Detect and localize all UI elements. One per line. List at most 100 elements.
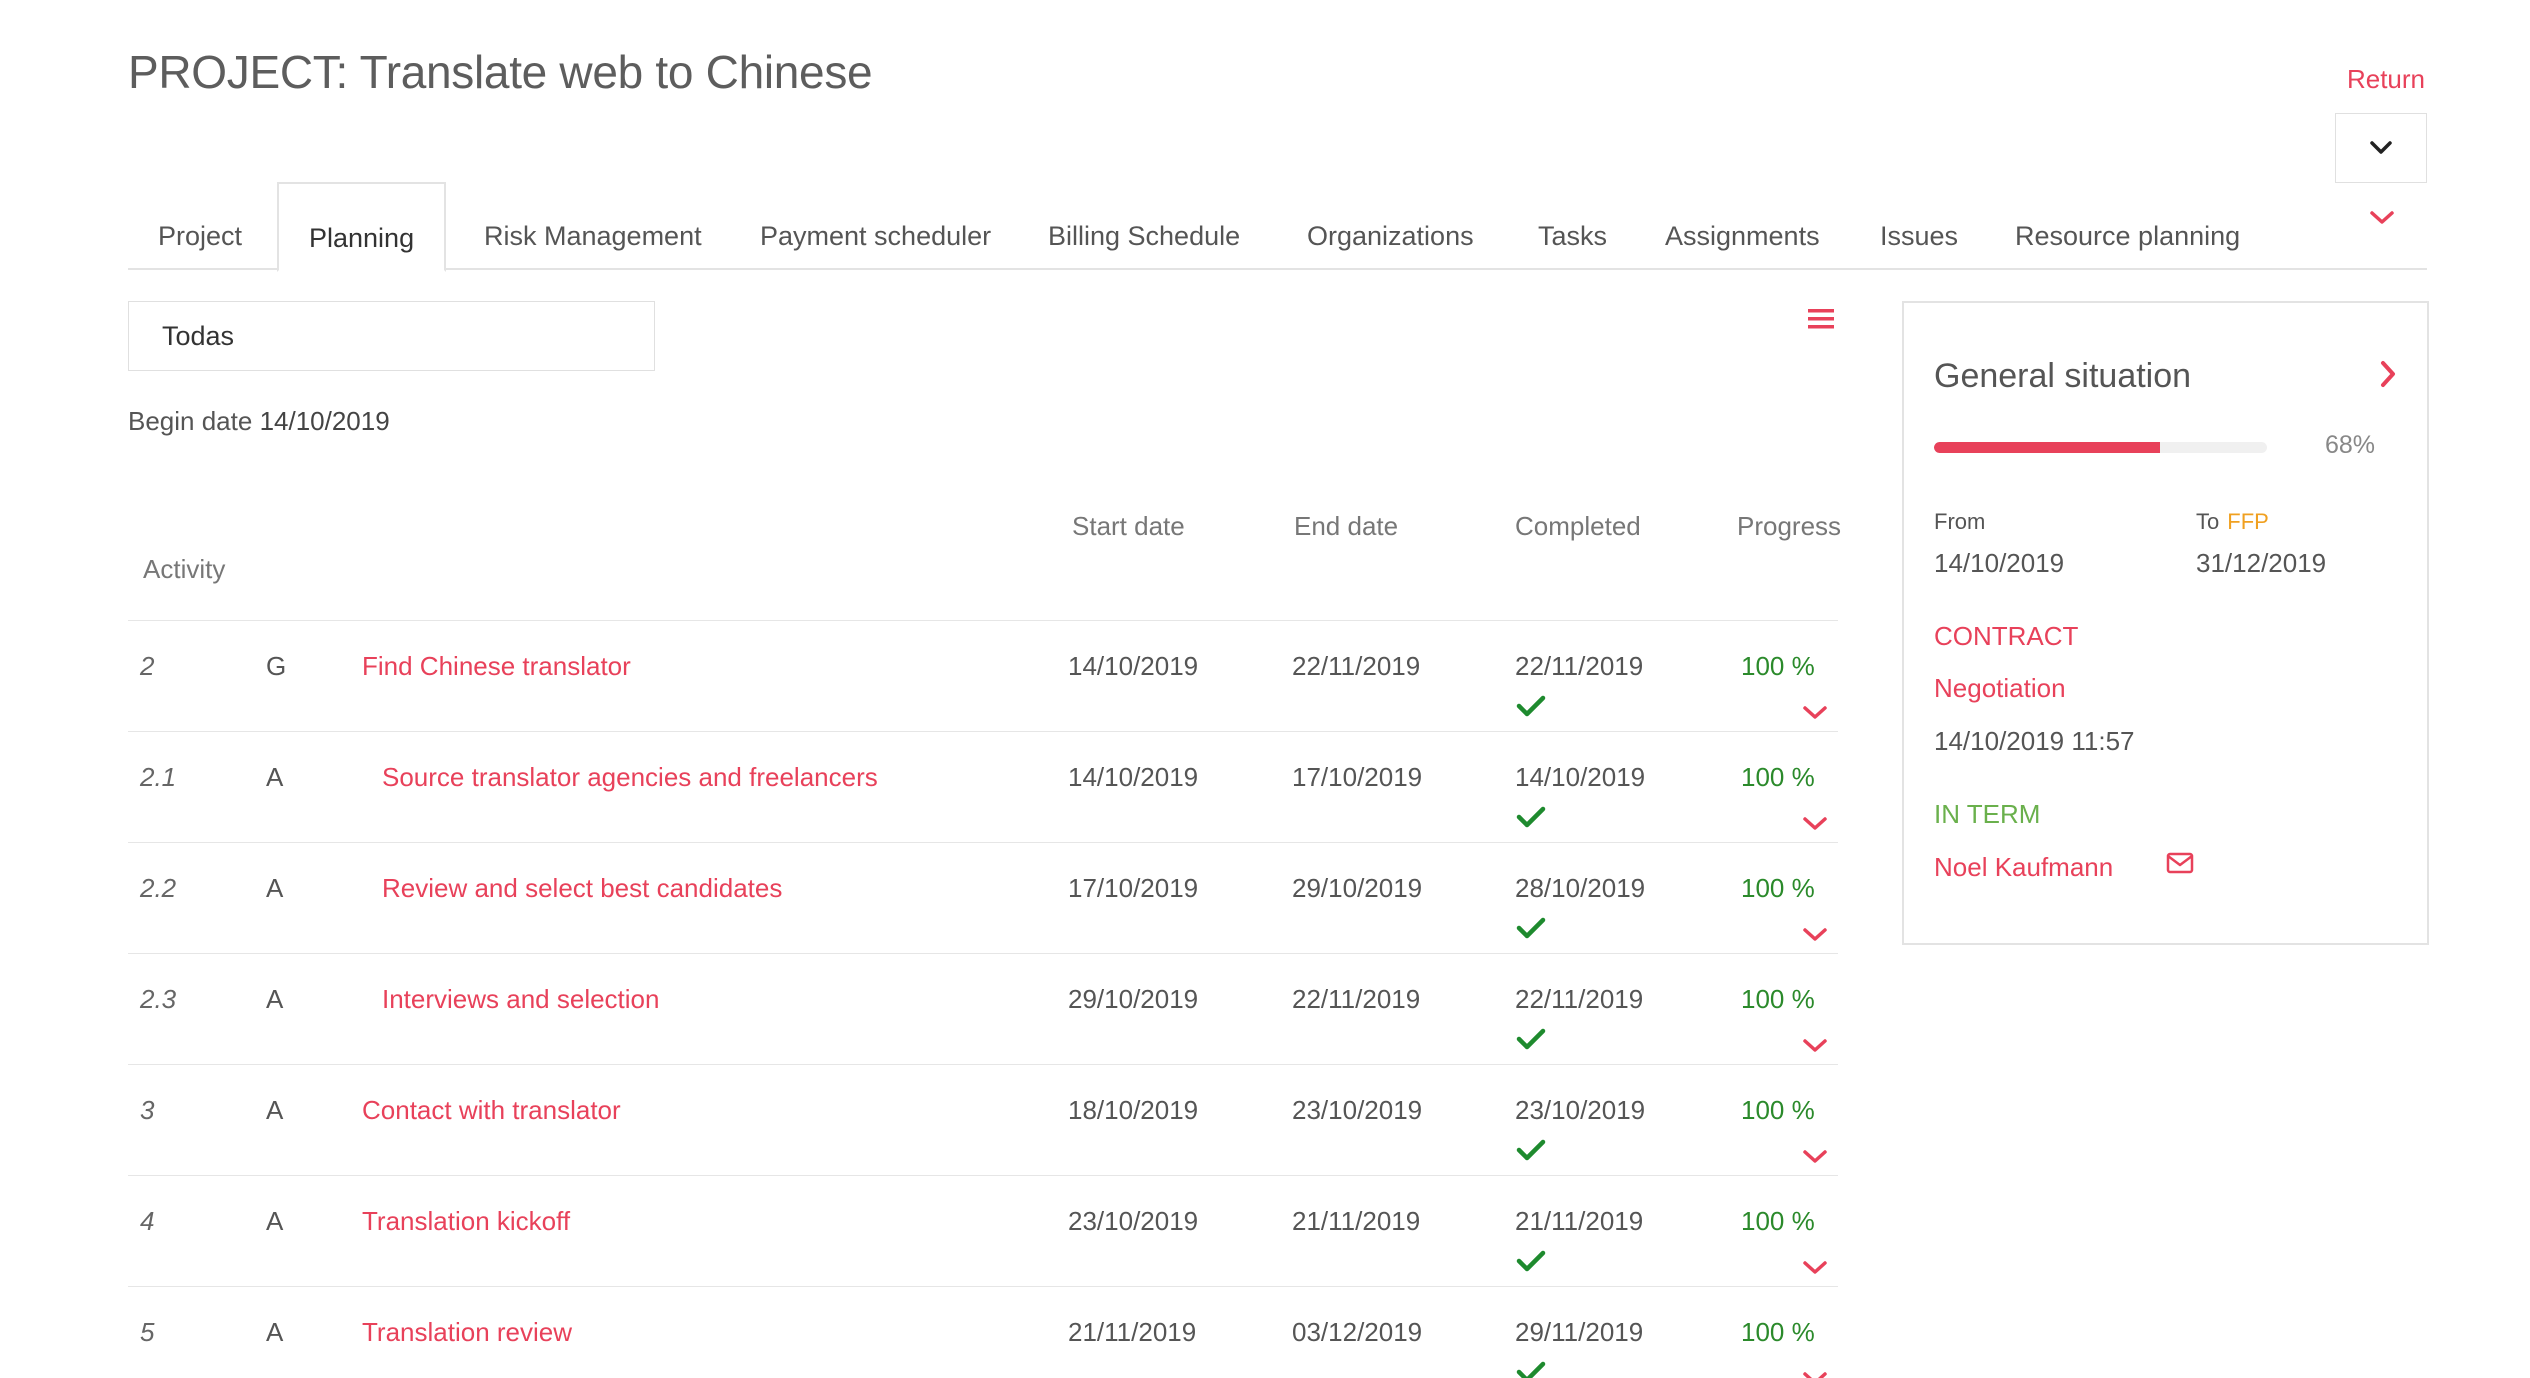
row-expand-button[interactable] [1802,808,1828,839]
tab-issues[interactable]: Issues [1880,180,1958,270]
chevron-down-icon [2370,141,2392,154]
activity-number: 2.3 [140,984,177,1014]
chevron-down-icon [1803,1261,1827,1274]
activity-name-link[interactable]: Translation review [362,1317,572,1348]
activity-number: 5 [140,1317,155,1347]
term-status: IN TERM [1934,799,2041,829]
envelope-icon [2166,852,2194,874]
contract-label: CONTRACT [1934,621,2079,651]
tab-assignments[interactable]: Assignments [1665,180,1820,270]
completed-check-icon [1516,1249,1546,1280]
progress-value: 100 % [1741,1095,1815,1125]
completed-check-icon [1516,1027,1546,1058]
end-date: 21/11/2019 [1292,1206,1421,1236]
panel-title: General situation [1934,357,2192,395]
chevron-down-icon [1803,1372,1827,1378]
owner-name[interactable]: Noel Kaufmann [1934,852,2113,883]
progress-value: 100 % [1741,873,1815,903]
activity-type: A [266,873,284,903]
row-expand-button[interactable] [1802,919,1828,950]
tab-tasks[interactable]: Tasks [1538,180,1607,270]
start-date: 21/11/2019 [1068,1317,1197,1347]
tab-organizations[interactable]: Organizations [1307,180,1474,270]
row-expand-button[interactable] [1802,1030,1828,1061]
return-link[interactable]: Return [2347,64,2425,95]
col-header-progress[interactable]: Progress [1737,511,1841,542]
end-date: 22/11/2019 [1292,984,1421,1014]
activity-number: 2 [140,651,155,681]
col-header-completed[interactable]: Completed [1515,511,1641,542]
table-row: 4 A Translation kickoff 23/10/2019 21/11/201… [128,1175,1838,1286]
progress-value: 100 % [1741,651,1815,681]
to-label-group: To FFP [2196,509,2269,535]
progress-value: 100 % [1741,1206,1815,1236]
tab-resource-planning[interactable]: Resource planning [2015,180,2240,270]
activity-name-link[interactable]: Contact with translator [362,1095,621,1126]
row-expand-button[interactable] [1802,1141,1828,1172]
completed-check-icon [1516,1360,1546,1378]
activity-number: 2.1 [140,762,177,792]
chevron-down-icon [1803,1150,1827,1163]
tab-planning[interactable]: Planning [277,182,447,272]
progress-percent: 68% [2325,431,2376,459]
completed-date: 22/11/2019 [1515,984,1644,1014]
completed-check-icon [1516,694,1546,725]
completed-check-icon [1516,1138,1546,1169]
activity-type: A [266,1317,284,1347]
activity-name-link[interactable]: Translation kickoff [362,1206,570,1237]
row-expand-button[interactable] [1802,697,1828,728]
contract-date: 14/10/2019 11:57 [1934,726,2135,756]
begin-date: Begin date 14/10/2019 [128,406,390,437]
more-tabs-button[interactable] [2369,210,2395,231]
email-owner-button[interactable] [2166,852,2194,879]
begin-date-label: Begin date [128,406,253,436]
start-date: 29/10/2019 [1068,984,1199,1014]
activity-name-link[interactable]: Review and select best candidates [382,873,782,904]
start-date: 18/10/2019 [1068,1095,1199,1125]
progress-fill [1934,442,2161,453]
to-date: 31/12/2019 [2196,548,2327,578]
table-row: 2 G Find Chinese translator 14/10/2019 22/11… [128,620,1838,731]
page-title: PROJECT: Translate web to Chinese [128,46,873,98]
chevron-down-icon [1803,817,1827,830]
activity-name-link[interactable]: Source translator agencies and freelance… [382,762,878,793]
tab-payment-scheduler[interactable]: Payment scheduler [760,180,991,270]
general-situation-panel: General situation 68% From To FFP 14/10/2… [1902,301,2429,945]
tab-billing-schedule[interactable]: Billing Schedule [1048,180,1240,270]
from-label: From [1934,509,1986,534]
col-header-end-date[interactable]: End date [1294,511,1398,542]
chevron-down-icon [2370,211,2394,224]
activity-name-link[interactable]: Find Chinese translator [362,651,631,682]
completed-check-icon [1516,916,1546,947]
progress-bar [1934,442,2267,453]
activity-type: A [266,984,284,1014]
tab-risk-management[interactable]: Risk Management [484,180,702,270]
chevron-down-icon [1803,706,1827,719]
tab-project[interactable]: Project [158,180,242,270]
ffp-badge: FFP [2227,509,2269,534]
row-expand-button[interactable] [1802,1363,1828,1378]
completed-date: 14/10/2019 [1515,762,1646,792]
completed-date: 21/11/2019 [1515,1206,1644,1236]
actions-dropdown-button[interactable] [2335,113,2427,183]
activity-number: 2.2 [140,873,177,903]
activity-type: G [266,651,287,681]
col-header-activity[interactable]: Activity [143,554,225,585]
row-expand-button[interactable] [1802,1252,1828,1283]
contract-status[interactable]: Negotiation [1934,673,2066,704]
filter-selected-value: Todas [162,320,235,351]
activity-number: 3 [140,1095,155,1125]
from-date: 14/10/2019 [1934,548,2065,578]
activity-name-link[interactable]: Interviews and selection [382,984,659,1015]
list-menu-button[interactable] [1808,307,1834,336]
table-row: 3 A Contact with translator 18/10/2019 23/10… [128,1064,1838,1175]
filter-select[interactable]: Todas [128,301,655,371]
activity-type: A [266,1206,284,1236]
completed-date: 29/11/2019 [1515,1317,1644,1347]
col-header-start-date[interactable]: Start date [1072,511,1185,542]
start-date: 23/10/2019 [1068,1206,1199,1236]
completed-date: 23/10/2019 [1515,1095,1646,1125]
chevron-down-icon [1803,1039,1827,1052]
panel-expand-button[interactable] [2379,359,2397,394]
start-date: 17/10/2019 [1068,873,1199,903]
